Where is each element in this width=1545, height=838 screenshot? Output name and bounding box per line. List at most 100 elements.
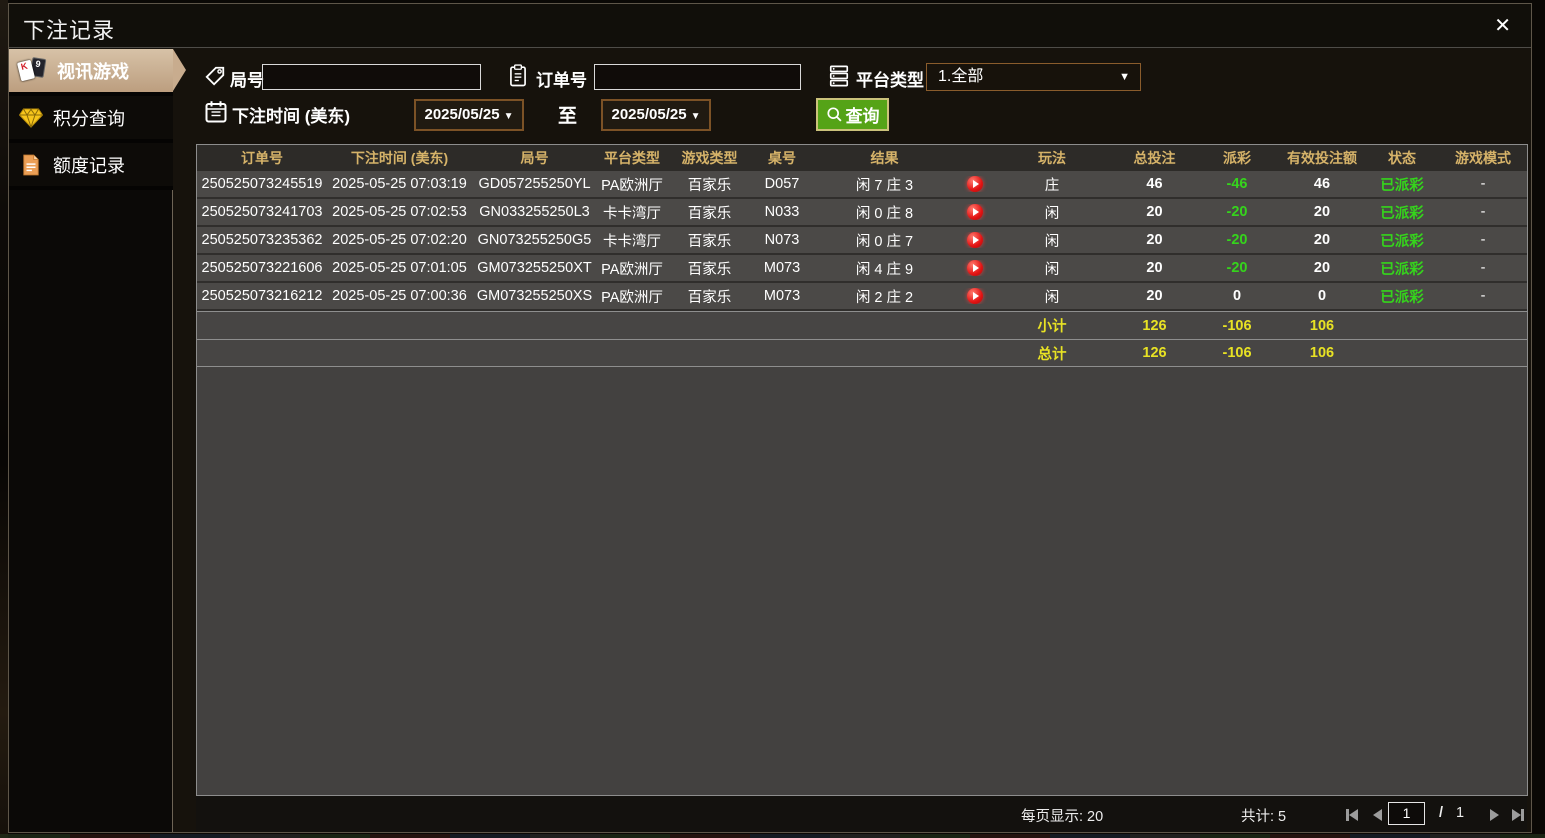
total-bet-cell: 20	[1146, 260, 1163, 276]
table-no-cell: D057	[764, 176, 800, 192]
caret-down-icon: ▼	[690, 111, 701, 122]
order-no-cell: 250525073245519	[201, 176, 323, 192]
sidebar-item-label: 视讯游戏	[57, 61, 129, 82]
subtotal-payout: -106	[1222, 317, 1252, 334]
search-icon	[826, 106, 843, 123]
col-platform: 平台类型	[604, 150, 660, 166]
status-cell: 已派彩	[1380, 177, 1424, 194]
date-from-picker[interactable]: 2025/05/25 ▼	[414, 99, 524, 131]
game-mode-cell: -	[1480, 204, 1486, 220]
sidebar-item-label: 积分查询	[53, 108, 125, 129]
order-no-cell: 250525073216212	[201, 288, 323, 304]
next-page-icon[interactable]	[1490, 809, 1499, 821]
bet-time-cell: 2025-05-25 07:03:19	[332, 176, 467, 192]
subtotal-total-bet: 126	[1142, 317, 1167, 334]
record-count-label: 共计: 5	[1241, 809, 1287, 825]
round-no-cell: GD057255250YL	[478, 176, 591, 192]
col-order-no: 订单号	[241, 150, 283, 166]
sidebar-item-label: 额度记录	[53, 155, 125, 176]
table-no-cell: N073	[764, 232, 800, 248]
platform-type-label: 平台类型	[856, 71, 924, 90]
grand-total-row: 总计 126 -106 106	[197, 339, 1527, 367]
page-number-input[interactable]: 1	[1388, 802, 1425, 825]
game-mode-cell: -	[1480, 232, 1486, 248]
table-body: 250525073245519 2025-05-25 07:03:19 GD05…	[197, 171, 1527, 311]
status-cell: 已派彩	[1380, 289, 1424, 306]
clipboard-icon	[508, 63, 528, 93]
payout-cell: -20	[1226, 204, 1248, 220]
first-page-icon[interactable]	[1346, 809, 1358, 821]
round-no-cell: GN073255250G5	[477, 232, 592, 248]
document-icon	[18, 154, 44, 176]
order-no-input[interactable]	[594, 64, 801, 90]
game-mode-cell: -	[1480, 176, 1486, 192]
last-page-icon[interactable]	[1512, 809, 1524, 821]
play-type-cell: 闲	[1044, 233, 1060, 250]
video-cell	[957, 232, 992, 248]
valid-bet-cell: 20	[1313, 204, 1331, 220]
play-icon[interactable]	[966, 176, 983, 192]
play-icon[interactable]	[966, 204, 983, 220]
dialog-titlebar: 下注记录 ✕	[9, 4, 1531, 48]
bet-time-cell: 2025-05-25 07:01:05	[332, 260, 467, 276]
table-no-cell: M073	[763, 288, 801, 304]
round-no-cell: GM073255250XS	[476, 288, 593, 304]
col-table-no: 桌号	[768, 150, 796, 166]
col-bet-time: 下注时间 (美东)	[350, 150, 449, 166]
game-type-cell: 百家乐	[687, 233, 732, 250]
platform-cell: PA欧洲厅	[601, 289, 663, 306]
date-from-value: 2025/05/25	[424, 106, 500, 123]
table-row: 250525073216212 2025-05-25 07:00:36 GM07…	[197, 283, 1527, 311]
subtotal-row: 小计 126 -106 106	[197, 311, 1527, 339]
chevron-down-icon: ▼	[1119, 71, 1130, 83]
query-button[interactable]: 查询	[816, 98, 889, 131]
video-cell	[957, 288, 992, 304]
prev-page-icon[interactable]	[1373, 809, 1382, 821]
col-game-type: 游戏类型	[681, 150, 738, 166]
play-icon[interactable]	[966, 232, 983, 248]
result-cell: 闲 0 庄 7	[855, 233, 914, 250]
platform-cell: 卡卡湾厅	[603, 233, 661, 250]
platform-type-select[interactable]: 1.全部 ▼	[926, 63, 1141, 91]
round-no-label: 局号	[230, 71, 264, 90]
sidebar-item-points-query[interactable]: 积分查询	[9, 96, 173, 139]
calendar-icon	[204, 100, 228, 129]
play-type-cell: 闲	[1044, 261, 1060, 278]
round-no-input[interactable]	[262, 64, 481, 90]
total-total-bet: 126	[1142, 345, 1167, 361]
close-icon[interactable]: ✕	[1494, 13, 1511, 38]
total-bet-cell: 46	[1146, 176, 1163, 192]
payout-cell: -46	[1226, 176, 1248, 192]
play-icon[interactable]	[966, 288, 983, 304]
table-no-cell: N033	[764, 204, 800, 220]
game-type-cell: 百家乐	[687, 205, 732, 222]
payout-cell: -20	[1226, 260, 1248, 276]
game-mode-cell: -	[1480, 288, 1486, 304]
bet-records-table: 订单号 下注时间 (美东) 局号 平台类型 游戏类型 桌号 结果 玩法 总投注 …	[196, 144, 1528, 796]
date-to-picker[interactable]: 2025/05/25 ▼	[601, 99, 711, 131]
total-bet-cell: 20	[1146, 232, 1163, 248]
valid-bet-cell: 20	[1313, 260, 1331, 276]
result-cell: 闲 0 庄 8	[855, 205, 914, 222]
caret-down-icon: ▼	[503, 111, 514, 122]
background-bleed-bottom	[0, 834, 1545, 838]
page-divider: /	[1439, 805, 1444, 821]
game-type-cell: 百家乐	[687, 177, 732, 194]
table-row: 250525073221606 2025-05-25 07:01:05 GM07…	[197, 255, 1527, 283]
play-type-cell: 庄	[1044, 177, 1060, 194]
platform-cell: 卡卡湾厅	[603, 205, 661, 222]
sidebar: 9 K 视讯游戏 积分查询 额度记录	[9, 49, 186, 832]
sidebar-item-quota-records[interactable]: 额度记录	[9, 143, 173, 186]
result-cell: 闲 7 庄 3	[855, 177, 914, 194]
valid-bet-cell: 46	[1313, 176, 1331, 192]
game-type-cell: 百家乐	[687, 289, 732, 306]
col-play-type: 玩法	[1038, 150, 1066, 166]
screen: 下注记录 ✕ 9 K 视讯游戏 积分查询 额度记录 局号 订单号 平台类型 1.…	[0, 0, 1545, 838]
platform-cell: PA欧洲厅	[601, 177, 663, 194]
result-cell: 闲 2 庄 2	[855, 289, 914, 306]
col-payout: 派彩	[1223, 150, 1251, 166]
play-icon[interactable]	[966, 260, 983, 276]
payout-cell: -20	[1226, 232, 1248, 248]
play-type-cell: 闲	[1044, 289, 1060, 306]
sidebar-item-video-games[interactable]: 9 K 视讯游戏	[9, 49, 186, 92]
